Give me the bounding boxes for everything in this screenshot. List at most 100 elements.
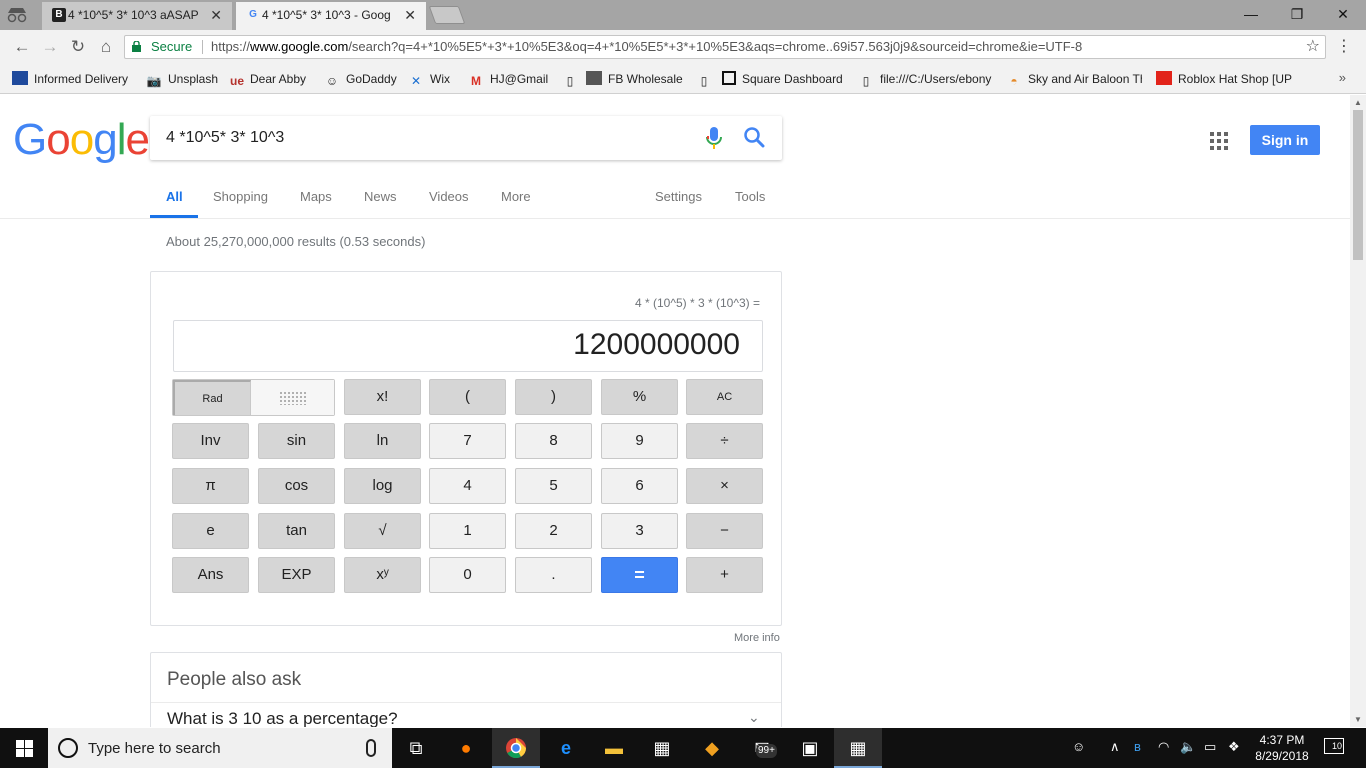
digit-6-key[interactable]: 6: [601, 468, 678, 504]
sign-in-button[interactable]: Sign in: [1250, 125, 1320, 155]
close-window-button[interactable]: ✕: [1320, 0, 1366, 30]
digit-1-key[interactable]: 1: [429, 513, 506, 549]
scroll-down-icon[interactable]: ▼: [1354, 715, 1362, 724]
tab-tools[interactable]: Tools: [735, 189, 765, 204]
bookmark-item[interactable]: FB Wholesale: [586, 71, 683, 87]
all-clear-key[interactable]: AC: [686, 379, 763, 415]
google-logo[interactable]: Google: [13, 115, 150, 165]
firefox-icon[interactable]: ●: [442, 728, 490, 768]
decimal-key[interactable]: .: [515, 557, 592, 593]
photos-icon[interactable]: ▣: [786, 728, 834, 768]
edge-icon[interactable]: e: [542, 728, 590, 768]
bookmark-item[interactable]: ue Dear Abby: [230, 71, 306, 88]
home-icon[interactable]: ⌂: [94, 36, 118, 58]
bookmarks-overflow-icon[interactable]: »: [1339, 70, 1346, 85]
store-icon[interactable]: ▦: [638, 728, 686, 768]
taskbar-search-box[interactable]: Type here to search: [48, 728, 392, 768]
chevron-down-icon[interactable]: ⌄: [748, 709, 760, 726]
log-key[interactable]: log: [344, 468, 421, 504]
pi-key[interactable]: π: [172, 468, 249, 504]
bookmark-item[interactable]: Informed Delivery: [12, 71, 128, 87]
more-info-link[interactable]: More info: [734, 632, 780, 644]
exp-key[interactable]: EXP: [258, 557, 335, 593]
reload-icon[interactable]: ↻: [66, 36, 90, 58]
tab-1[interactable]: G 4 *10^5* 3* 10^3 - Goog ✕: [236, 2, 426, 30]
start-button[interactable]: [0, 728, 48, 768]
scrollbar-thumb[interactable]: [1353, 110, 1363, 260]
tab-settings[interactable]: Settings: [655, 189, 702, 204]
search-input[interactable]: 4 *10^5* 3* 10^3: [150, 116, 782, 160]
dropbox-icon[interactable]: ❖: [1228, 739, 1240, 755]
task-view-icon[interactable]: ⧉: [392, 728, 440, 768]
deg-button[interactable]: [251, 380, 334, 415]
apps-grid-icon[interactable]: [1210, 132, 1228, 150]
sin-key[interactable]: sin: [258, 423, 335, 459]
people-icon[interactable]: ☺: [1072, 739, 1085, 754]
scroll-up-icon[interactable]: ▲: [1354, 98, 1362, 107]
tab-shopping[interactable]: Shopping: [213, 189, 268, 204]
close-paren-key[interactable]: ): [515, 379, 592, 415]
bookmark-item[interactable]: ☺ GoDaddy: [324, 71, 397, 88]
bluetooth-icon[interactable]: ʙ: [1134, 739, 1141, 754]
close-icon[interactable]: ✕: [210, 2, 222, 28]
open-paren-key[interactable]: (: [429, 379, 506, 415]
tan-key[interactable]: tan: [258, 513, 335, 549]
volume-icon[interactable]: 🔈: [1180, 739, 1196, 755]
bookmark-item[interactable]: Square Dashboard: [722, 71, 843, 87]
chrome-menu-icon[interactable]: ⋮: [1336, 36, 1352, 56]
inverse-key[interactable]: Inv: [172, 423, 249, 459]
angle-mode-toggle[interactable]: Rad: [172, 379, 335, 416]
microphone-icon[interactable]: [706, 126, 722, 150]
minimize-button[interactable]: —: [1228, 0, 1274, 30]
bookmark-item[interactable]: M HJ@Gmail: [468, 71, 548, 88]
tab-videos[interactable]: Videos: [429, 189, 469, 204]
bookmark-item[interactable]: ▯ file:///C:/Users/ebony: [858, 71, 994, 87]
page-scrollbar[interactable]: ▲ ▼: [1350, 95, 1366, 727]
show-hidden-icons-chevron-icon[interactable]: ∧: [1110, 739, 1120, 755]
action-center-icon[interactable]: 10: [1324, 738, 1344, 754]
factorial-key[interactable]: x!: [344, 379, 421, 415]
app-icon[interactable]: ◆: [688, 728, 736, 768]
digit-0-key[interactable]: 0: [429, 557, 506, 593]
calculator-icon[interactable]: ▦: [834, 728, 882, 768]
forward-icon[interactable]: →: [38, 36, 62, 58]
file-explorer-icon[interactable]: ▬: [590, 728, 638, 768]
mail-icon[interactable]: ✉99+: [738, 728, 786, 768]
address-bar[interactable]: Secure https://www.google.com/search?q=4…: [124, 35, 1326, 59]
battery-icon[interactable]: ▭: [1204, 739, 1216, 755]
tab-0[interactable]: B 4 *10^5* 3* 10^3 aASAP ✕: [42, 2, 232, 30]
cos-key[interactable]: cos: [258, 468, 335, 504]
taskbar-clock[interactable]: 4:37 PM 8/29/2018: [1252, 732, 1312, 764]
bookmark-item[interactable]: 📷 Unsplash: [146, 71, 219, 88]
bookmark-item[interactable]: ◓ Sky and Air Baloon Th: [1006, 71, 1142, 87]
tab-news[interactable]: News: [364, 189, 397, 204]
back-icon[interactable]: ←: [10, 36, 34, 58]
paa-question[interactable]: What is 3 10 as a percentage?: [167, 709, 398, 727]
tab-more[interactable]: More: [501, 189, 531, 204]
sqrt-key[interactable]: √: [344, 513, 421, 549]
multiply-key[interactable]: ×: [686, 468, 763, 504]
microphone-icon[interactable]: [366, 739, 376, 757]
tab-maps[interactable]: Maps: [300, 189, 332, 204]
rad-button[interactable]: Rad: [173, 380, 251, 415]
digit-2-key[interactable]: 2: [515, 513, 592, 549]
digit-4-key[interactable]: 4: [429, 468, 506, 504]
divide-key[interactable]: ÷: [686, 423, 763, 459]
subtract-key[interactable]: −: [686, 513, 763, 549]
search-icon[interactable]: [743, 126, 765, 148]
maximize-button[interactable]: ❐: [1274, 0, 1320, 30]
add-key[interactable]: +: [686, 557, 763, 593]
chrome-icon[interactable]: [492, 728, 540, 768]
ln-key[interactable]: ln: [344, 423, 421, 459]
tab-all[interactable]: All: [166, 189, 183, 204]
e-key[interactable]: e: [172, 513, 249, 549]
digit-3-key[interactable]: 3: [601, 513, 678, 549]
bookmark-item[interactable]: ✕ Wix: [408, 71, 450, 88]
new-tab-button[interactable]: [428, 6, 466, 24]
answer-key[interactable]: Ans: [172, 557, 249, 593]
digit-5-key[interactable]: 5: [515, 468, 592, 504]
power-key[interactable]: xʸ: [344, 557, 421, 593]
wifi-icon[interactable]: ◠: [1158, 739, 1169, 755]
digit-7-key[interactable]: 7: [429, 423, 506, 459]
close-icon[interactable]: ✕: [404, 2, 416, 28]
